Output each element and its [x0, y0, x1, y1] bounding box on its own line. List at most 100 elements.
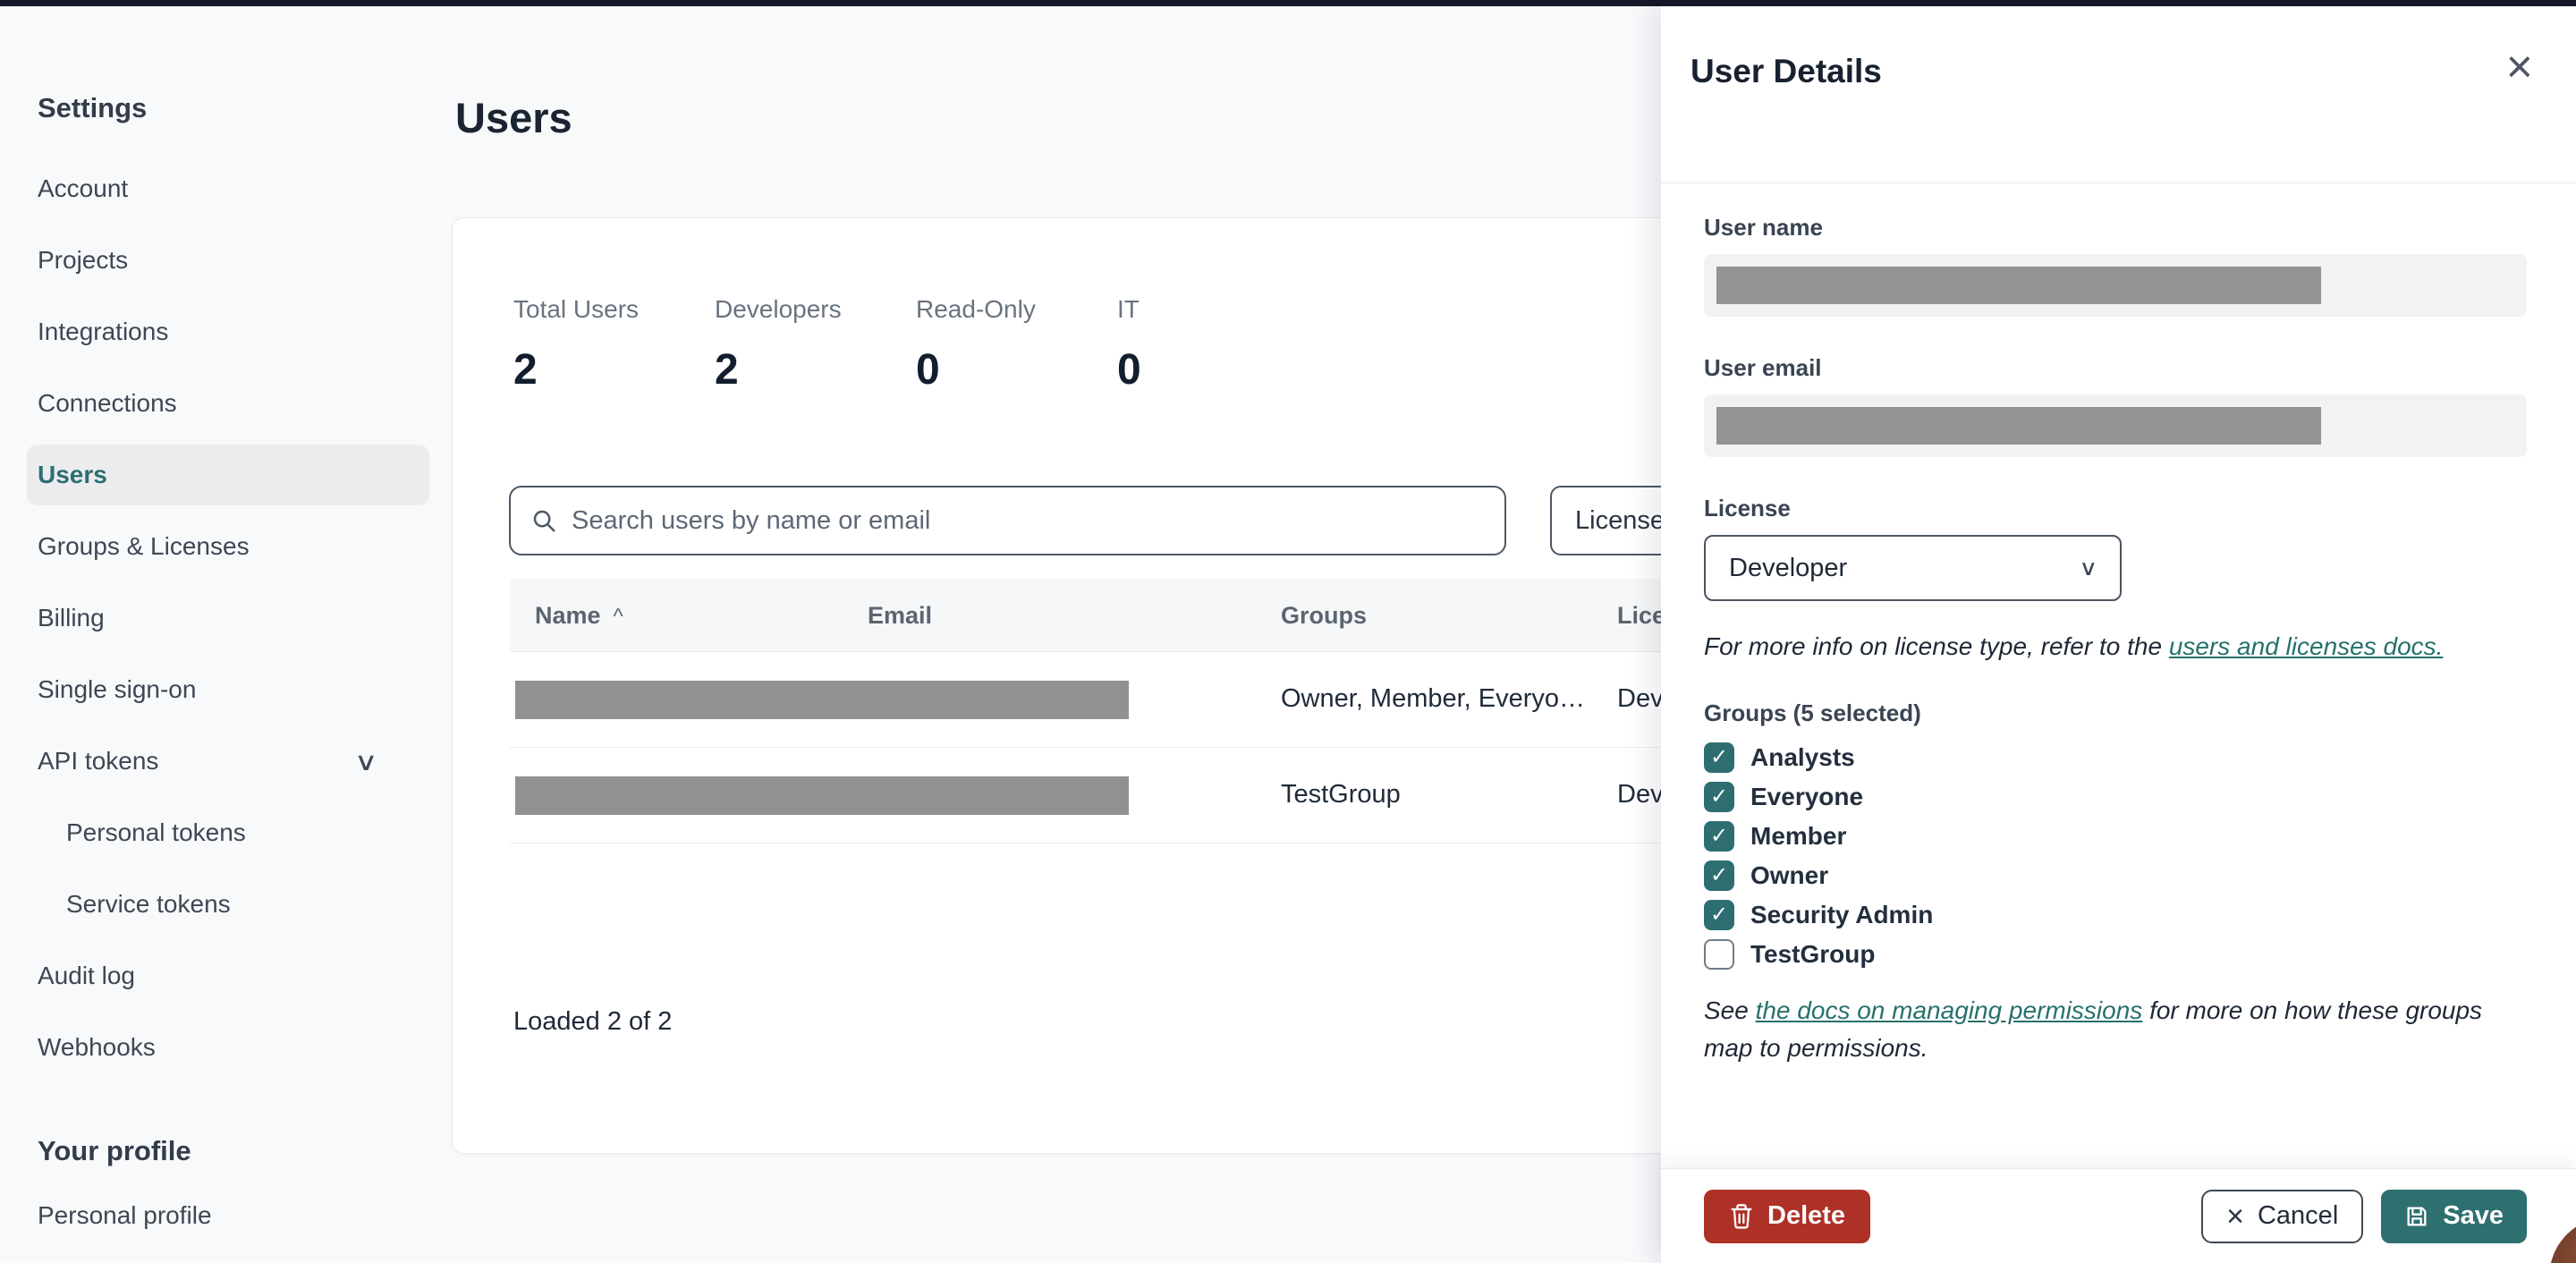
save-button[interactable]: Save [2381, 1189, 2527, 1243]
check-icon: ✓ [1709, 903, 1729, 927]
trash-icon [1731, 1203, 1752, 1229]
checkbox[interactable]: ✓ [1704, 900, 1734, 930]
license-label: License [1704, 495, 1791, 521]
license-select[interactable]: Developer ∨ [1704, 535, 2122, 601]
column-header-email: Email [868, 602, 933, 629]
sidebar-item[interactable]: API tokens ∨ [0, 725, 452, 797]
stat-value: 2 [715, 346, 739, 394]
table-row[interactable]: TestGroup Developer [510, 748, 1797, 843]
stat: IT 0 [1117, 295, 1318, 394]
column-header-groups: Groups [1281, 602, 1368, 629]
stat: Developers 2 [715, 295, 916, 394]
redacted-name-email [515, 776, 1129, 815]
sidebar-item[interactable]: Webhooks [0, 1012, 452, 1083]
sidebar-item-label: Connections [38, 389, 177, 417]
stat-label: IT [1117, 295, 1140, 323]
drawer-body: User name User email License Developer ∨… [1661, 183, 2576, 1067]
sidebar-item-label: Audit log [38, 962, 135, 989]
sidebar-item[interactable]: Service tokens [0, 869, 452, 940]
user-email-field[interactable] [1704, 394, 2527, 457]
stat-value: 0 [1117, 346, 1141, 394]
redacted-user-name [1716, 267, 2321, 304]
checkbox[interactable]: ✓ [1704, 821, 1734, 852]
sidebar-item-label: Groups & Licenses [38, 532, 250, 560]
checkbox[interactable]: ✓ [1704, 742, 1734, 773]
sidebar-item[interactable]: Users [27, 445, 429, 505]
group-checkbox-row[interactable]: TestGroup [1704, 935, 2527, 974]
stat-value: 2 [513, 346, 538, 394]
column-header-name[interactable]: Name ^ [535, 602, 623, 630]
sidebar-item[interactable]: Projects [0, 225, 452, 296]
cell-groups: Owner, Member, Everyo… [1281, 684, 1586, 713]
sidebar-item[interactable]: Personal tokens [0, 797, 452, 869]
sidebar-item-label: API tokens [38, 747, 159, 775]
drawer-header: User Details × [1661, 6, 2576, 183]
group-name: Owner [1750, 861, 1829, 889]
group-name: Analysts [1750, 743, 1855, 771]
save-icon [2407, 1207, 2427, 1225]
sidebar-item-label: Integrations [38, 318, 169, 345]
sidebar-profile-list: Personal profile [0, 1180, 452, 1251]
users-licenses-docs-link[interactable]: users and licenses docs. [2169, 632, 2444, 660]
sort-asc-icon: ^ [613, 605, 623, 629]
sidebar-item-label: Single sign-on [38, 675, 197, 703]
group-name: Everyone [1750, 783, 1864, 810]
sidebar-item-label: Account [38, 174, 129, 202]
users-card: Total Users 2 Developers 2 Read-Only 0 I… [452, 217, 1798, 1154]
group-checkbox-row[interactable]: ✓ Member [1704, 817, 2527, 856]
cancel-button[interactable]: × Cancel [2201, 1189, 2364, 1243]
checkbox[interactable]: ✓ [1704, 860, 1734, 891]
managing-permissions-docs-link[interactable]: the docs on managing permissions [1756, 996, 2143, 1024]
groups-checkbox-list: ✓ Analysts ✓ Everyone ✓ Member ✓ Owner ✓… [1704, 738, 2527, 974]
sidebar-item[interactable]: Integrations [0, 296, 452, 368]
group-name: TestGroup [1750, 940, 1876, 968]
redacted-name-email [515, 681, 1129, 719]
group-name: Security Admin [1750, 901, 1934, 928]
stat-label: Read-Only [916, 295, 1036, 323]
users-table-header: Name^ Email Groups License [510, 579, 1797, 652]
stat-label: Total Users [513, 295, 640, 323]
checkbox[interactable] [1704, 939, 1734, 970]
sidebar-item-personal-profile[interactable]: Personal profile [0, 1180, 452, 1251]
users-table-body: Owner, Member, Everyo… Developer TestGro… [510, 652, 1797, 843]
check-icon: ✓ [1709, 745, 1729, 769]
close-icon[interactable]: × [2501, 38, 2538, 96]
search-input[interactable] [572, 505, 1487, 536]
sidebar-heading-your-profile: Your profile [38, 1135, 191, 1166]
sidebar-item-label: Service tokens [66, 890, 231, 918]
sidebar-item[interactable]: Single sign-on [0, 654, 452, 725]
sidebar-item[interactable]: Connections [0, 368, 452, 439]
user-search-box[interactable] [509, 486, 1506, 555]
table-row[interactable]: Owner, Member, Everyo… Developer [510, 652, 1797, 748]
sidebar-heading-settings: Settings [38, 92, 148, 123]
sidebar-item-label: Personal profile [38, 1201, 212, 1229]
delete-button[interactable]: Delete [1704, 1189, 1871, 1243]
chevron-down-icon[interactable]: ∨ [353, 747, 377, 776]
sidebar-item[interactable]: Audit log [0, 940, 452, 1012]
sidebar-nav-list: Account Projects Integrations Connection… [0, 153, 452, 1083]
user-name-label: User name [1704, 214, 1823, 241]
check-icon: ✓ [1709, 863, 1729, 887]
loaded-status: Loaded 2 of 2 [513, 1007, 673, 1036]
group-name: Member [1750, 822, 1847, 850]
group-checkbox-row[interactable]: ✓ Everyone [1704, 777, 2527, 817]
sidebar-item-label: Projects [38, 246, 129, 274]
sidebar-item[interactable]: Groups & Licenses [0, 511, 452, 582]
sidebar-item-label: Billing [38, 604, 105, 632]
group-checkbox-row[interactable]: ✓ Owner [1704, 856, 2527, 895]
groups-label: Groups (5 selected) [1704, 699, 1921, 726]
page-title: Users [455, 94, 572, 141]
check-icon: ✓ [1709, 824, 1729, 848]
group-checkbox-row[interactable]: ✓ Security Admin [1704, 895, 2527, 935]
checkbox[interactable]: ✓ [1704, 782, 1734, 812]
group-checkbox-row[interactable]: ✓ Analysts [1704, 738, 2527, 777]
sidebar-item[interactable]: Billing [0, 582, 452, 654]
user-name-field[interactable] [1704, 254, 2527, 317]
sidebar-item[interactable]: Account [0, 153, 452, 225]
top-bar [0, 0, 2576, 6]
chevron-down-icon: ∨ [2079, 555, 2098, 581]
sidebar-item-label: Users [38, 461, 107, 488]
user-details-drawer: User Details × User name User email Lice… [1661, 6, 2576, 1263]
check-icon: ✓ [1709, 784, 1729, 809]
license-note: For more info on license type, refer to … [1704, 632, 2444, 660]
